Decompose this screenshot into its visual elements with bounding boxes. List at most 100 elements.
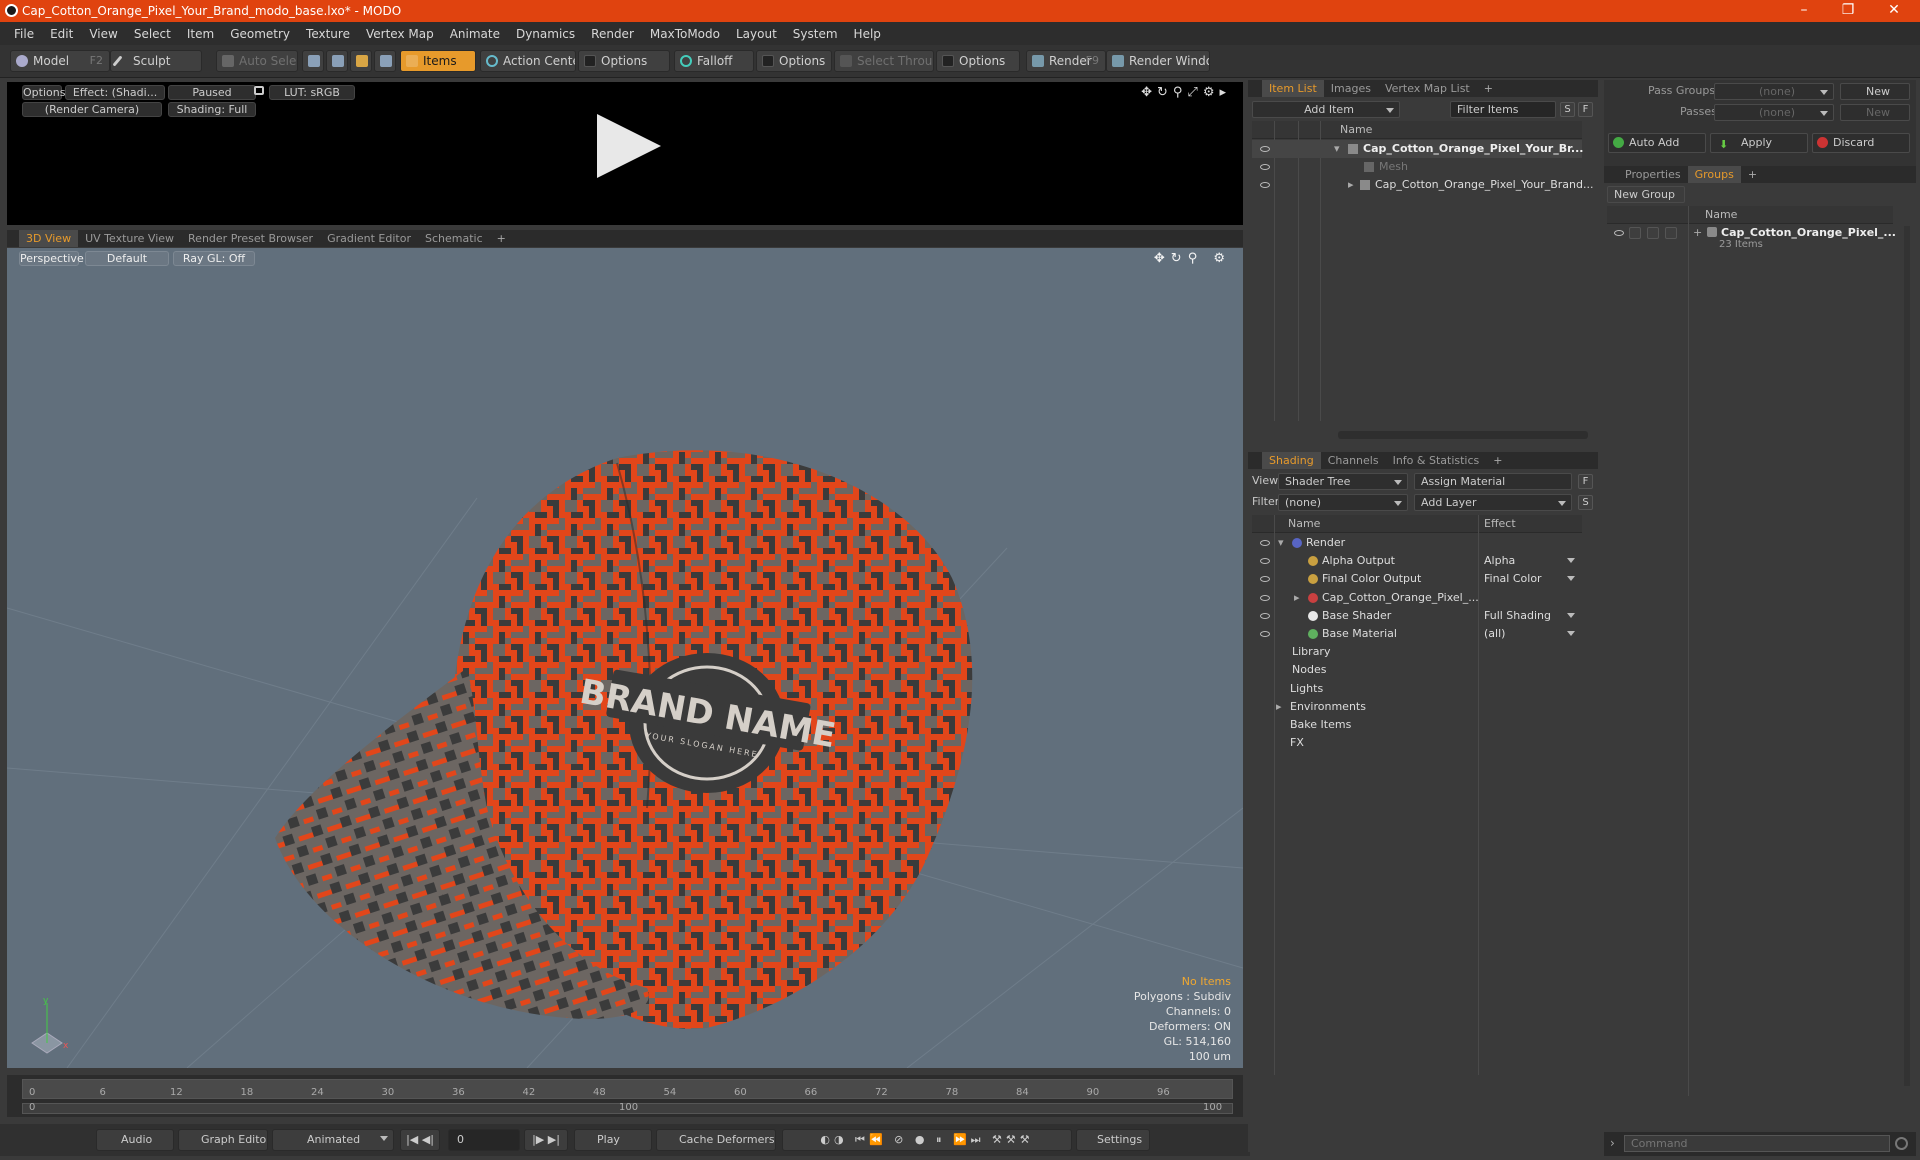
polygons-mode-button[interactable]	[350, 50, 372, 72]
shader-tree-row[interactable]: Base Material (all)	[1252, 625, 1582, 643]
visibility-eye-icon[interactable]	[1260, 576, 1270, 583]
command-history-icon[interactable]	[1895, 1137, 1908, 1150]
add-layer-dropdown[interactable]: Add Layer	[1414, 494, 1572, 511]
visibility-eye-icon[interactable]	[1260, 146, 1270, 152]
shader-tree-row[interactable]: Alpha Output Alpha	[1252, 552, 1582, 570]
select-through-options-button[interactable]: Options	[936, 50, 1020, 72]
expand-arrow-icon[interactable]: ▸	[1276, 698, 1282, 716]
item-list-scrollbar[interactable]	[1338, 431, 1588, 439]
default-style-dropdown[interactable]: Default	[85, 251, 169, 266]
filter-dropdown[interactable]: (none)	[1278, 494, 1408, 511]
shader-tree-row[interactable]: Bake Items	[1252, 716, 1582, 734]
lut-dropdown[interactable]: LUT: sRGB	[269, 85, 355, 100]
items-mode-button[interactable]: Items	[400, 50, 476, 72]
add-tab-icon[interactable]: +	[1486, 452, 1509, 469]
shading-f-button[interactable]: F	[1578, 474, 1593, 489]
menu-item[interactable]: Item	[179, 27, 222, 41]
menu-select[interactable]: Select	[126, 27, 179, 41]
add-tab-icon[interactable]: +	[1477, 80, 1500, 97]
shader-tree-row[interactable]: Final Color Output Final Color	[1252, 570, 1582, 588]
shader-tree-row[interactable]: ▸ Environments	[1252, 698, 1582, 716]
cache-deformers-button[interactable]: Cache Deformers	[656, 1129, 776, 1151]
effect-dropdown[interactable]: (all)	[1484, 625, 1580, 643]
3d-viewport[interactable]: BRAND NAME YOUR SLOGAN HERE y x Perspect…	[7, 248, 1243, 1068]
tab-render-preset-browser[interactable]: Render Preset Browser	[181, 230, 320, 247]
visibility-eye-icon[interactable]	[1260, 594, 1270, 601]
close-button[interactable]: ✕	[1874, 0, 1914, 22]
viewport-navigation-icons[interactable]: ✥↻⚲ ⚙	[1154, 251, 1231, 266]
menu-animate[interactable]: Animate	[442, 27, 508, 41]
assign-material-button[interactable]: Assign Material	[1414, 473, 1572, 490]
menu-geometry[interactable]: Geometry	[222, 27, 298, 41]
menu-help[interactable]: Help	[846, 27, 889, 41]
menu-maxtomodo[interactable]: MaxToModo	[642, 27, 728, 41]
sculpt-mode-button[interactable]: Sculpt	[110, 50, 202, 72]
visibility-eye-icon[interactable]	[1260, 612, 1270, 619]
filter-f-button[interactable]: F	[1578, 102, 1593, 117]
menu-vertex-map[interactable]: Vertex Map	[358, 27, 442, 41]
menu-view[interactable]: View	[81, 27, 125, 41]
key-tools-buttons[interactable]: ◐◑ ⏮⏪ ⊘ ● ⏸ ⏩⏭ ⚒⚒⚒	[782, 1129, 1072, 1151]
add-item-dropdown[interactable]: Add Item	[1252, 101, 1400, 118]
group-row[interactable]: + Cap_Cotton_Orange_Pixel_... 23 Items	[1607, 224, 1896, 256]
visibility-eye-icon[interactable]	[1260, 540, 1270, 546]
passes-dropdown[interactable]: (none)	[1714, 104, 1834, 121]
filter-items-input[interactable]: Filter Items	[1450, 101, 1556, 118]
pass-groups-dropdown[interactable]: (none)	[1714, 83, 1834, 100]
animated-dropdown[interactable]: Animated	[272, 1129, 394, 1151]
filter-s-button[interactable]: S	[1560, 102, 1575, 117]
tab-channels[interactable]: Channels	[1321, 452, 1386, 469]
action-center-options-button[interactable]: Options	[578, 50, 670, 72]
menu-system[interactable]: System	[785, 27, 846, 41]
shader-tree-row[interactable]: Lights	[1252, 680, 1582, 698]
command-input[interactable]	[1624, 1135, 1890, 1152]
tab-shading[interactable]: Shading	[1262, 452, 1321, 469]
tab-groups[interactable]: Groups	[1687, 166, 1741, 183]
perspective-dropdown[interactable]: Perspective	[19, 251, 84, 266]
shader-tree-row[interactable]: ▾ Render	[1252, 534, 1582, 552]
minimize-button[interactable]: –	[1784, 0, 1824, 22]
tab-info-statistics[interactable]: Info & Statistics	[1386, 452, 1487, 469]
preview-navigation-icons[interactable]: ✥↻⚲⤢⚙▸	[1141, 85, 1231, 100]
shader-tree-row[interactable]: ▸ Cap_Cotton_Orange_Pixel_...	[1252, 589, 1582, 607]
model-mode-button[interactable]: Model F2	[10, 50, 110, 72]
edges-mode-button[interactable]	[326, 50, 348, 72]
menu-dynamics[interactable]: Dynamics	[508, 27, 583, 41]
effect-dropdown[interactable]: Effect: (Shadi...	[65, 85, 165, 100]
render-window-button[interactable]: Render Window	[1106, 50, 1210, 72]
paused-button[interactable]: Paused	[168, 85, 256, 100]
visibility-eye-icon[interactable]	[1260, 558, 1270, 565]
timeline[interactable]: 0 6 12 18 24 30 36 42 48 54 60 66 72 78 84 90 96 0 100 1…	[7, 1075, 1243, 1117]
discard-button[interactable]: Discard	[1812, 133, 1910, 153]
shader-tree-row[interactable]: Nodes	[1252, 661, 1582, 679]
falloff-options-button[interactable]: Options	[756, 50, 832, 72]
new-pass-button[interactable]: New	[1840, 104, 1910, 121]
graph-editor-button[interactable]: Graph Editor	[178, 1129, 268, 1151]
groups-scrollbar[interactable]	[1904, 226, 1910, 1086]
render-camera-dropdown[interactable]: (Render Camera)	[22, 102, 162, 117]
falloff-button[interactable]: Falloff	[674, 50, 754, 72]
transport-end-buttons[interactable]: |▶ ▶|	[524, 1129, 568, 1151]
menu-edit[interactable]: Edit	[42, 27, 81, 41]
tab-properties[interactable]: Properties	[1618, 166, 1688, 183]
menu-render[interactable]: Render	[583, 27, 642, 41]
effect-dropdown[interactable]: Full Shading	[1484, 607, 1580, 625]
tab-gradient-editor[interactable]: Gradient Editor	[320, 230, 418, 247]
apply-button[interactable]: ⬇ Apply	[1710, 133, 1808, 153]
item-row[interactable]: Mesh	[1252, 158, 1582, 176]
shader-tree-row[interactable]: FX	[1252, 734, 1582, 752]
preview-options-button[interactable]: Options	[22, 85, 65, 100]
tab-3d-view[interactable]: 3D View	[19, 230, 79, 247]
expand-arrow-icon[interactable]: ▸	[1294, 589, 1300, 607]
frame-input[interactable]: 0	[448, 1129, 520, 1151]
restore-button[interactable]: ❐	[1828, 0, 1868, 22]
add-tab-icon[interactable]: +	[1741, 166, 1764, 183]
transport-start-buttons[interactable]: |◀ ◀|	[400, 1129, 440, 1151]
select-toggle-icon[interactable]	[1665, 227, 1677, 239]
auto-select-button[interactable]: Auto Select	[216, 50, 298, 72]
new-group-button[interactable]: New Group	[1607, 186, 1685, 203]
settings-button[interactable]: Settings	[1076, 1129, 1150, 1151]
expand-plus-icon[interactable]: +	[1693, 224, 1702, 242]
new-pass-group-button[interactable]: New	[1840, 83, 1910, 100]
visibility-eye-icon[interactable]	[1260, 182, 1270, 188]
